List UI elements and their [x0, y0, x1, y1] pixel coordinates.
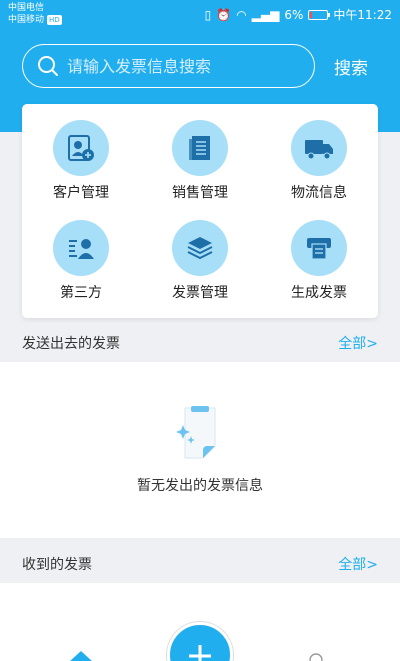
- search-button[interactable]: 搜索: [334, 54, 368, 79]
- received-invoices-header: 收到的发票 全部>: [0, 543, 400, 583]
- wifi-icon: ◠: [236, 7, 247, 22]
- search-icon: [38, 56, 58, 76]
- printer-icon: [291, 220, 347, 276]
- home-icon[interactable]: [68, 650, 94, 661]
- battery-icon: [308, 9, 331, 20]
- received-invoices-view-all-link[interactable]: 全部>: [338, 554, 378, 574]
- sent-invoices-title: 发送出去的发票: [22, 336, 120, 352]
- empty-clipboard-icon: [176, 406, 216, 459]
- carrier-2: 中国移动: [8, 15, 45, 25]
- truck-icon: [291, 120, 347, 176]
- profile-icon[interactable]: [308, 652, 324, 661]
- search-box[interactable]: [22, 44, 315, 88]
- carrier-info: 中国电信 中国移动 HD: [8, 2, 62, 26]
- hd-badge: HD: [47, 15, 62, 25]
- empty-state-text: 暂无发出的发票信息: [137, 478, 263, 494]
- document-list-icon: [172, 120, 228, 176]
- menu-item-invoice-management[interactable]: 发票管理: [141, 204, 259, 304]
- customer-add-icon: [53, 120, 109, 176]
- vibrate-icon: ▯: [204, 7, 212, 22]
- received-invoices-title: 收到的发票: [22, 557, 92, 573]
- menu-item-generate-invoice[interactable]: 生成发票: [260, 204, 378, 304]
- alarm-icon: ⏰: [216, 7, 232, 22]
- sent-invoices-body: 暂无发出的发票信息: [0, 362, 400, 538]
- menu-item-logistics-info[interactable]: 物流信息: [260, 104, 378, 204]
- battery-percent: 6%: [284, 7, 304, 22]
- menu-item-label: 生成发票: [291, 285, 347, 301]
- stack-layers-icon: [172, 220, 228, 276]
- carrier-1: 中国电信: [8, 3, 45, 13]
- menu-item-label: 第三方: [60, 285, 102, 301]
- function-menu-card: 客户管理 销售管理 物流信息 第三方 发票管理 生成发票: [22, 104, 378, 318]
- clock: 中午11:22: [333, 8, 392, 22]
- menu-item-customer-management[interactable]: 客户管理: [22, 104, 140, 204]
- menu-item-label: 发票管理: [172, 285, 228, 301]
- signal-icon: ▂▄▆: [251, 7, 280, 22]
- menu-item-third-party[interactable]: 第三方: [22, 204, 140, 304]
- menu-item-label: 销售管理: [172, 185, 228, 201]
- status-bar: 中国电信 中国移动 HD ▯ ⏰ ◠ ▂▄▆ 6% 中午11:22: [0, 0, 400, 28]
- plus-icon: [189, 645, 211, 661]
- menu-item-label: 物流信息: [291, 185, 347, 201]
- menu-item-sales-management[interactable]: 销售管理: [141, 104, 259, 204]
- status-icons: ▯ ⏰ ◠ ▂▄▆ 6% 中午11:22: [205, 6, 392, 23]
- sent-invoices-view-all-link[interactable]: 全部>: [338, 333, 378, 353]
- menu-item-label: 客户管理: [53, 185, 109, 201]
- search-input[interactable]: [67, 56, 287, 76]
- sent-invoices-header: 发送出去的发票 全部>: [0, 322, 400, 362]
- third-party-user-icon: [53, 220, 109, 276]
